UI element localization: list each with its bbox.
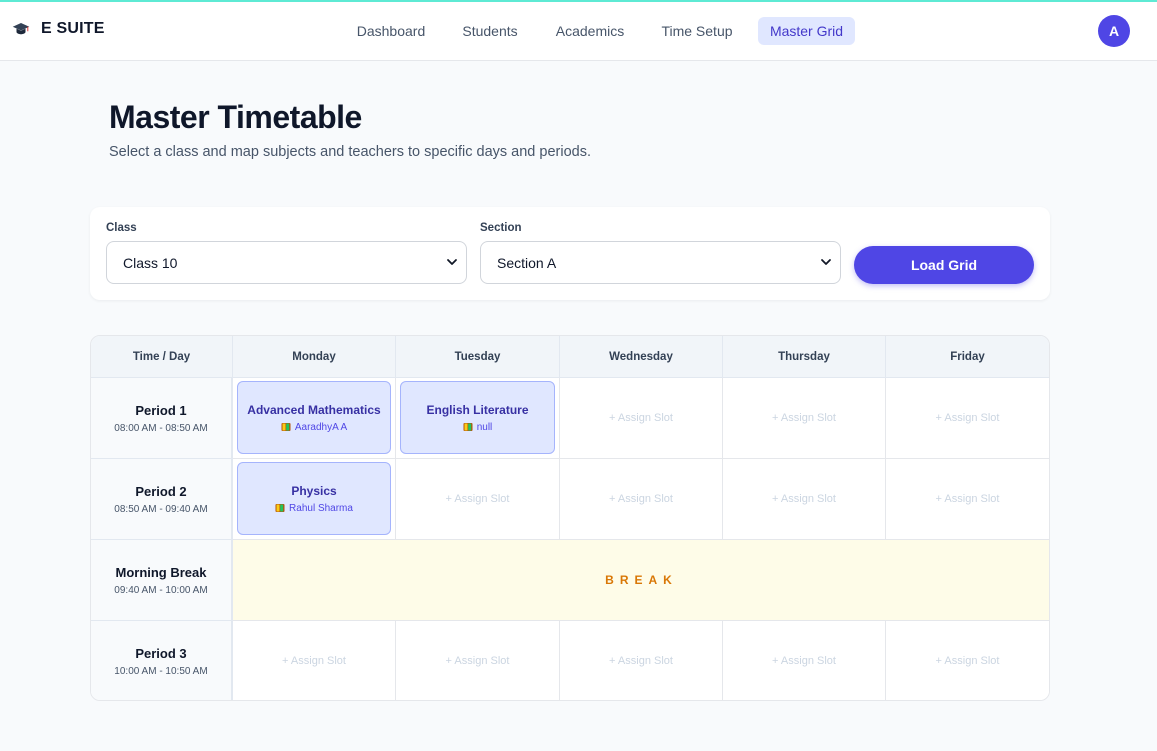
slot-subject: English Literature — [426, 402, 529, 417]
class-select[interactable]: Class 10 — [106, 241, 467, 284]
period-header: Period 3 10:00 AM - 10:50 AM — [91, 621, 233, 700]
teacher-name: Rahul Sharma — [289, 502, 353, 514]
assign-slot-button[interactable]: + Assign Slot — [936, 493, 1000, 505]
grid-cell[interactable]: + Assign Slot — [723, 621, 886, 700]
nav-dashboard[interactable]: Dashboard — [348, 17, 434, 45]
assign-slot-button[interactable]: + Assign Slot — [772, 655, 836, 667]
teacher-name: AaradhyA A — [294, 421, 348, 433]
day-header-friday: Friday — [886, 336, 1049, 378]
period-name: Period 1 — [135, 402, 187, 418]
page-subtitle: Select a class and map subjects and teac… — [109, 144, 591, 160]
class-label: Class — [106, 222, 137, 234]
chevron-down-icon — [447, 259, 457, 265]
assign-slot-button[interactable]: + Assign Slot — [772, 412, 836, 424]
grid-cell[interactable]: + Assign Slot — [560, 378, 723, 459]
nav-academics[interactable]: Academics — [546, 17, 634, 45]
grid-cell: English Literature null — [396, 378, 560, 459]
assign-slot-button[interactable]: + Assign Slot — [609, 412, 673, 424]
chevron-down-icon — [821, 259, 831, 265]
grid-cell[interactable]: + Assign Slot — [886, 621, 1049, 700]
grid-cell[interactable]: + Assign Slot — [886, 378, 1049, 459]
assign-slot-button[interactable]: + Assign Slot — [282, 655, 346, 667]
slot-subject: Advanced Mathematics — [247, 402, 381, 417]
assigned-slot[interactable]: Physics Rahul Sharma — [237, 462, 391, 535]
section-select[interactable]: Section A — [480, 241, 841, 284]
period-time: 10:00 AM - 10:50 AM — [114, 665, 208, 677]
nav-master-grid[interactable]: Master Grid — [758, 17, 855, 45]
period-time: 09:40 AM - 10:00 AM — [114, 584, 208, 596]
avatar[interactable]: A — [1098, 15, 1130, 47]
break-label: BREAK — [605, 573, 678, 587]
assign-slot-button[interactable]: + Assign Slot — [446, 493, 510, 505]
timetable-grid: Time / Day Monday Tuesday Wednesday Thursda… — [90, 335, 1050, 701]
day-header-thursday: Thursday — [723, 336, 886, 378]
nav-links: Dashboard Students Academics Time Setup … — [0, 17, 1157, 45]
slot-teacher: AaradhyA A — [281, 422, 347, 433]
navbar: E SUITE Dashboard Students Academics Tim… — [0, 2, 1157, 61]
grid-corner-header: Time / Day — [91, 336, 233, 378]
section-label: Section — [480, 222, 522, 234]
section-select-value: Section A — [497, 254, 557, 271]
teacher-book-icon — [275, 504, 285, 512]
period-header: Morning Break 09:40 AM - 10:00 AM — [91, 540, 233, 621]
period-time: 08:00 AM - 08:50 AM — [114, 422, 208, 434]
period-name: Period 2 — [135, 483, 187, 499]
grid-cell[interactable]: + Assign Slot — [560, 621, 723, 700]
slot-subject: Physics — [291, 483, 337, 498]
grid-cell[interactable]: + Assign Slot — [886, 459, 1049, 540]
grid-cell[interactable]: + Assign Slot — [560, 459, 723, 540]
nav-students[interactable]: Students — [452, 17, 528, 45]
load-grid-button[interactable]: Load Grid — [854, 246, 1034, 284]
teacher-book-icon — [281, 423, 291, 431]
filter-card: Class Class 10 Section Section A Load Gr… — [90, 207, 1050, 300]
period-header: Period 1 08:00 AM - 08:50 AM — [91, 378, 233, 459]
assign-slot-button[interactable]: + Assign Slot — [446, 655, 510, 667]
class-select-value: Class 10 — [123, 254, 178, 271]
assign-slot-button[interactable]: + Assign Slot — [609, 493, 673, 505]
slot-teacher: Rahul Sharma — [275, 503, 353, 514]
assign-slot-button[interactable]: + Assign Slot — [936, 412, 1000, 424]
day-header-monday: Monday — [233, 336, 396, 378]
grid-cell: Physics Rahul Sharma — [233, 459, 396, 540]
period-name: Period 3 — [135, 645, 187, 661]
grid-cell[interactable]: + Assign Slot — [396, 459, 560, 540]
period-name: Morning Break — [115, 564, 207, 580]
slot-teacher: null — [463, 421, 493, 433]
grid-cell[interactable]: + Assign Slot — [723, 459, 886, 540]
assigned-slot[interactable]: Advanced Mathematics AaradhyA A — [237, 381, 391, 454]
grid-cell[interactable]: + Assign Slot — [723, 378, 886, 459]
assign-slot-button[interactable]: + Assign Slot — [609, 655, 673, 667]
break-row: BREAK — [233, 540, 1049, 621]
day-header-tuesday: Tuesday — [396, 336, 560, 378]
assign-slot-button[interactable]: + Assign Slot — [772, 493, 836, 505]
teacher-name: null — [476, 421, 493, 433]
grid-cell: Advanced Mathematics AaradhyA A — [233, 378, 396, 459]
period-time: 08:50 AM - 09:40 AM — [114, 503, 208, 515]
grid-cell[interactable]: + Assign Slot — [233, 621, 396, 700]
grid-cell[interactable]: + Assign Slot — [396, 621, 560, 700]
period-header: Period 2 08:50 AM - 09:40 AM — [91, 459, 233, 540]
nav-time-setup[interactable]: Time Setup — [652, 17, 742, 45]
assigned-slot[interactable]: English Literature null — [400, 381, 555, 454]
day-header-wednesday: Wednesday — [560, 336, 723, 378]
page-title: Master Timetable — [109, 99, 362, 135]
teacher-book-icon — [463, 423, 473, 431]
assign-slot-button[interactable]: + Assign Slot — [936, 655, 1000, 667]
